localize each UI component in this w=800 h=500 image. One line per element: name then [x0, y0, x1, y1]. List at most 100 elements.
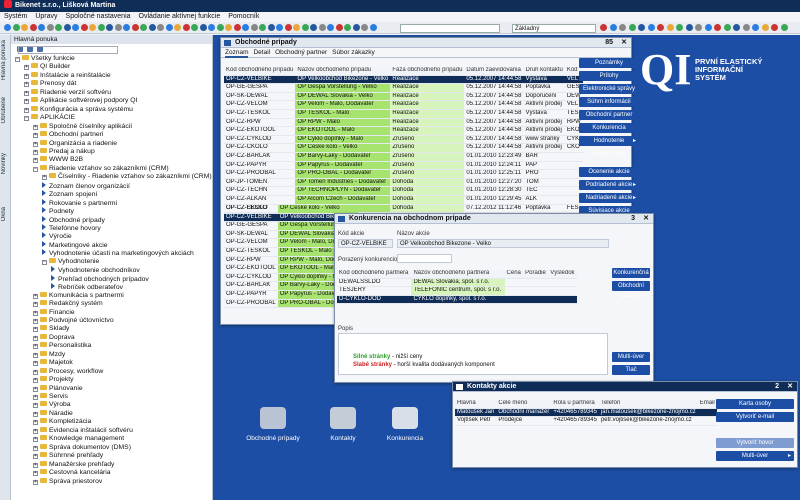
- nav-tree-item[interactable]: + Sklady: [33, 325, 69, 334]
- action-button[interactable]: Vytvoriť hovor: [716, 438, 794, 448]
- expand-icon[interactable]: +: [33, 471, 38, 477]
- toolbar-icon[interactable]: [327, 24, 334, 31]
- table-row[interactable]: OP-CZ-CYKLOD OP Cyklo doplňky - Malo Zruše…: [224, 135, 583, 145]
- column-header[interactable]: Telefón: [598, 400, 698, 409]
- table-row[interactable]: OP-CZ-EKOTOOL OP EKOTOOL - Malo Realizace 0…: [224, 126, 583, 136]
- expand-icon[interactable]: +: [33, 420, 38, 426]
- toolbar-icon[interactable]: [63, 24, 71, 31]
- nav-tree-item[interactable]: Telefónne hovory: [42, 224, 101, 233]
- nav-tree-item[interactable]: + Cestovná kancelária: [33, 469, 111, 478]
- expand-icon[interactable]: +: [24, 65, 29, 71]
- menu-item[interactable]: Úpravy: [35, 13, 57, 20]
- toolbar-icon[interactable]: [12, 24, 20, 31]
- toolbar-icon[interactable]: [695, 24, 702, 31]
- nav-tree-item[interactable]: + Predaj a nákup: [33, 147, 95, 157]
- table-row[interactable]: OP-CZ-VELOM OP Velom - Malo, Dodavateľ Rea…: [224, 100, 583, 110]
- side-tab[interactable]: Hlavná ponuka: [1, 40, 7, 80]
- collapse-icon[interactable]: −: [15, 57, 20, 62]
- action-button[interactable]: [716, 425, 794, 435]
- close-icon[interactable]: ✕: [787, 382, 793, 392]
- expand-icon[interactable]: +: [33, 386, 38, 392]
- toolbar-icon[interactable]: [369, 24, 377, 31]
- column-header[interactable]: Dátum zaevidovania: [464, 67, 524, 76]
- action-button[interactable]: Hodnotenie ▸: [579, 136, 639, 146]
- column-header[interactable]: Názov obchodného prípadu: [295, 67, 391, 76]
- toolbar-icon[interactable]: [29, 24, 37, 31]
- action-button[interactable]: Podriadené akcie ▸: [579, 180, 639, 190]
- desktop-shortcut[interactable]: Konkurencia: [375, 407, 435, 442]
- toolbar-icon[interactable]: [89, 24, 96, 31]
- expand-icon[interactable]: +: [33, 133, 38, 139]
- nav-tree-item[interactable]: + Organizácia a riadenie: [33, 139, 117, 149]
- toolbar-icon[interactable]: [318, 24, 326, 31]
- nav-tree-item[interactable]: Rebríček odberateľov: [51, 283, 123, 292]
- toolbar-icon[interactable]: [723, 24, 731, 31]
- toolbar-icon[interactable]: [647, 24, 655, 31]
- toolbar-icon[interactable]: [676, 24, 683, 31]
- expand-icon[interactable]: +: [24, 99, 29, 105]
- toolbar-icon[interactable]: [733, 24, 740, 31]
- nav-tree-item[interactable]: Marketingové akcie: [42, 240, 108, 250]
- toolbar-icon[interactable]: [657, 24, 664, 31]
- menu-item[interactable]: Ovládanie aktívnej funkcie: [139, 13, 221, 20]
- expand-icon[interactable]: +: [33, 149, 38, 155]
- nav-tree-item[interactable]: + QI Builder: [24, 63, 70, 72]
- toolbar-icon[interactable]: [216, 24, 224, 31]
- column-header[interactable]: Poradie: [523, 270, 549, 279]
- toolbar-icon[interactable]: [752, 24, 759, 31]
- expand-icon[interactable]: +: [33, 445, 38, 451]
- menu-item[interactable]: Pomocník: [228, 13, 259, 20]
- menu-item[interactable]: Spoločné nastavenia: [66, 13, 131, 20]
- column-header[interactable]: Fáza obchodného prípadu: [390, 67, 465, 76]
- expand-icon[interactable]: +: [33, 302, 38, 308]
- toolbar-icon[interactable]: [344, 24, 351, 31]
- toolbar-icon[interactable]: [131, 24, 139, 31]
- rating-select[interactable]: [397, 254, 452, 263]
- action-button[interactable]: Multi-úver ▸: [716, 451, 794, 461]
- expand-icon[interactable]: +: [24, 107, 29, 113]
- toolbar-icon[interactable]: [609, 24, 617, 31]
- profile-select[interactable]: Základný: [512, 24, 596, 33]
- nav-tree-item[interactable]: + Plánovanie: [33, 384, 83, 394]
- tab[interactable]: Súbor zákazky: [332, 49, 375, 56]
- expand-icon[interactable]: +: [33, 327, 38, 333]
- nav-tree-item[interactable]: + Doprava: [33, 333, 75, 343]
- toolbar-icon[interactable]: [638, 24, 645, 31]
- column-header[interactable]: Výsledok: [548, 270, 577, 279]
- toolbar-icon[interactable]: [742, 24, 750, 31]
- nav-tree-item[interactable]: Podnety: [42, 207, 74, 216]
- toolbar-icon[interactable]: [685, 24, 693, 31]
- action-button[interactable]: Tlač: [612, 365, 650, 375]
- toolbar-icon[interactable]: [148, 24, 156, 31]
- toolbar-icon[interactable]: [780, 24, 788, 31]
- expand-icon[interactable]: +: [33, 428, 38, 434]
- toolbar-icon[interactable]: [97, 24, 105, 31]
- toolbar-icon[interactable]: [225, 24, 232, 31]
- name-field[interactable]: OP Velkoobchod Bikezone - Velko: [397, 239, 609, 248]
- toolbar-icon[interactable]: [361, 24, 368, 31]
- toolbar-icon[interactable]: [46, 24, 54, 31]
- toolbar-icon[interactable]: [165, 24, 173, 31]
- action-button[interactable]: Elektronické správy: [579, 84, 639, 94]
- collapse-icon[interactable]: −: [33, 166, 38, 172]
- expand-icon[interactable]: +: [33, 395, 38, 400]
- nav-tree-item[interactable]: + Inštalácie a reinštalácie: [24, 71, 111, 81]
- toolbar-icon[interactable]: [628, 24, 636, 31]
- expand-icon[interactable]: +: [33, 462, 38, 468]
- table-row[interactable]: OP-CZ-TESKOL OP TESKOL - Malo Realizace 05.…: [224, 109, 583, 119]
- toolbar-icon[interactable]: [174, 24, 181, 31]
- expand-icon[interactable]: +: [33, 293, 38, 299]
- toolbar-icon[interactable]: [140, 24, 147, 31]
- toolbar-icon[interactable]: [191, 24, 198, 31]
- nav-tree-item[interactable]: + Konfigurácia a správa systému: [24, 105, 133, 115]
- expand-icon[interactable]: +: [33, 361, 38, 367]
- nav-tree-item[interactable]: + Náradie: [33, 409, 73, 419]
- column-header[interactable]: Cena: [504, 270, 524, 279]
- desktop-shortcut[interactable]: Obchodné prípady: [243, 407, 303, 442]
- nav-tree-item[interactable]: + Servis: [33, 393, 68, 402]
- column-header[interactable]: Email: [697, 400, 717, 409]
- nav-tree-item[interactable]: − Všetky funkcie: [15, 55, 75, 64]
- toolbar-icon[interactable]: [335, 24, 343, 31]
- column-header[interactable]: Názov obchodného partnera: [411, 270, 505, 279]
- column-header[interactable]: Kód obchodného prípadu: [224, 67, 296, 76]
